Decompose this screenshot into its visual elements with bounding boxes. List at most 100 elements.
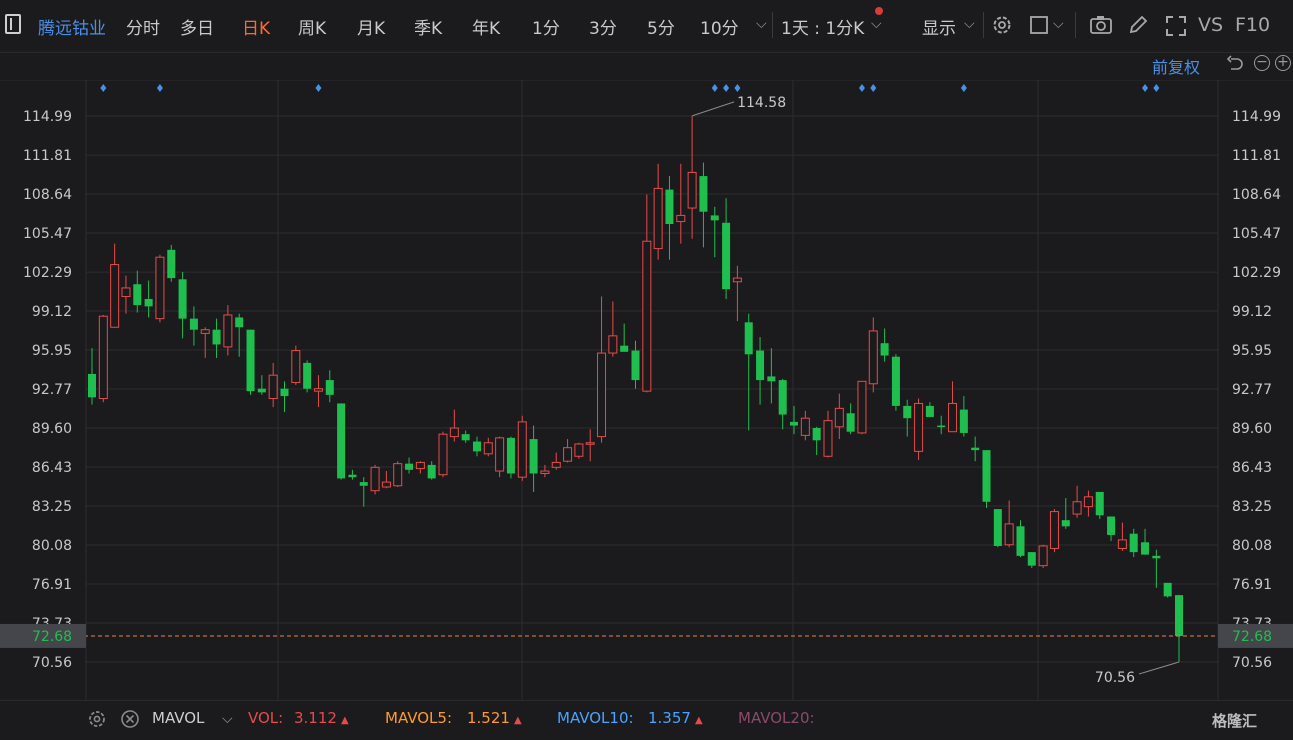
candle-body [1163, 582, 1172, 597]
toolbar-divider [1075, 12, 1076, 38]
event-marker [315, 84, 322, 92]
candle-body [348, 474, 357, 478]
candlestick-chart[interactable]: 114.99 114.99 111.81 111.81 108.64 108.64 105.… [0, 80, 1293, 700]
tab-5min[interactable]: 5分 [647, 14, 675, 39]
tab-weekly-k[interactable]: 周K [298, 14, 326, 39]
tab-monthly-k[interactable]: 月K [357, 14, 385, 39]
candle-body [608, 335, 618, 354]
y-tick-left: 102.29 [23, 265, 72, 281]
y-tick-left: 92.77 [32, 382, 72, 398]
candle-body [438, 433, 448, 476]
candle-body [722, 222, 731, 290]
candle-body [925, 405, 934, 417]
candle-body [1107, 516, 1116, 535]
tab-multi-day[interactable]: 多日 [180, 14, 214, 39]
candle-body [982, 450, 991, 502]
candle-body [800, 417, 810, 436]
sidebar-toggle-icon[interactable] [5, 14, 21, 34]
stock-name[interactable]: 腾远钴业 [38, 14, 106, 39]
y-tick-right: 86.43 [1232, 460, 1272, 476]
event-marker [1142, 84, 1149, 92]
candle-body [415, 461, 425, 470]
vs-button[interactable]: VS [1198, 14, 1223, 36]
candle-body [790, 421, 799, 426]
candle-body [653, 187, 663, 250]
f10-button[interactable]: F10 [1235, 14, 1270, 36]
y-tick-left: 111.81 [23, 148, 72, 164]
candle-body [948, 402, 958, 433]
pencil-icon[interactable] [1127, 14, 1149, 36]
fullscreen-icon[interactable] [1164, 14, 1188, 38]
mavol10-label: MAVOL10: [557, 709, 634, 727]
event-marker [100, 84, 107, 92]
candle-body [427, 464, 436, 479]
mavol20-label: MAVOL20: [738, 709, 815, 727]
mavol10-value: 1.357 ▲ [648, 709, 703, 727]
tab-1min[interactable]: 1分 [532, 14, 560, 39]
candle-body [1129, 533, 1138, 553]
event-marker [711, 84, 718, 92]
candle-body [732, 277, 742, 283]
last-price-label-left: 72.68 [32, 629, 72, 645]
vol-value: 3.112 ▲ [294, 709, 349, 727]
tab-intraday[interactable]: 分时 [126, 14, 160, 39]
chevron-down-icon[interactable]: ⌵ [1053, 16, 1064, 32]
display-button[interactable]: 显示 [922, 14, 956, 39]
candle-body [178, 279, 187, 319]
square-icon[interactable] [1029, 14, 1051, 36]
candle-body [212, 329, 221, 345]
chevron-down-icon[interactable]: ⌵ [222, 711, 233, 727]
candle-body [529, 439, 538, 474]
camera-icon[interactable] [1089, 14, 1113, 36]
chevron-down-icon[interactable]: ⌵ [964, 16, 975, 32]
event-marker [870, 84, 877, 92]
settings-icon[interactable] [87, 709, 107, 729]
candle-body [506, 437, 515, 474]
candle-body [461, 434, 470, 441]
tab-3min[interactable]: 3分 [589, 14, 617, 39]
close-icon[interactable] [120, 709, 140, 729]
candle-body [914, 402, 924, 452]
candle-body [337, 403, 346, 479]
y-tick-left: 89.60 [32, 421, 72, 437]
gear-icon[interactable] [991, 14, 1013, 36]
y-tick-right: 95.95 [1232, 343, 1272, 359]
candle-body [834, 407, 844, 428]
candle-body [359, 482, 368, 486]
candle-body [1141, 542, 1150, 555]
tab-10min[interactable]: 10分 [700, 14, 739, 39]
y-tick-right: 89.60 [1232, 421, 1272, 437]
tab-daily-k[interactable]: 日K [242, 14, 270, 39]
candle-body [88, 373, 96, 398]
period-select[interactable]: 1天 : 1分K [781, 14, 864, 39]
zoom-out-icon[interactable]: − [1254, 55, 1270, 71]
candle-body [483, 442, 493, 455]
candle-body [868, 330, 878, 385]
undo-icon[interactable] [1226, 55, 1244, 73]
indicator-select[interactable]: MAVOL [152, 709, 204, 727]
up-arrow-icon: ▲ [340, 715, 349, 726]
candle-body [144, 298, 153, 307]
candle-body [1083, 496, 1093, 508]
high-leader-line [691, 101, 735, 117]
candle-body [291, 350, 301, 384]
tab-quarterly-k[interactable]: 季K [414, 14, 442, 39]
chevron-down-icon[interactable]: ⌵ [871, 16, 882, 32]
candle-body [959, 409, 968, 433]
tab-yearly-k[interactable]: 年K [472, 14, 500, 39]
candle-body [778, 380, 787, 415]
y-tick-right: 108.64 [1232, 187, 1281, 203]
chevron-down-icon[interactable]: ⌵ [756, 16, 767, 32]
candle-body [133, 284, 142, 306]
y-tick-left: 70.56 [32, 655, 72, 671]
event-marker [156, 84, 163, 92]
candle-body [1152, 555, 1161, 559]
price-adjust-select[interactable]: 前复权 [1152, 54, 1200, 78]
y-tick-left: 95.95 [32, 343, 72, 359]
y-tick-right: 70.56 [1232, 655, 1272, 671]
mavol5-value: 1.521 ▲ [467, 709, 522, 727]
zoom-in-icon[interactable]: + [1275, 55, 1291, 71]
candle-body [268, 374, 278, 400]
event-marker [723, 84, 730, 92]
vol-value-text: 3.112 [294, 709, 337, 727]
